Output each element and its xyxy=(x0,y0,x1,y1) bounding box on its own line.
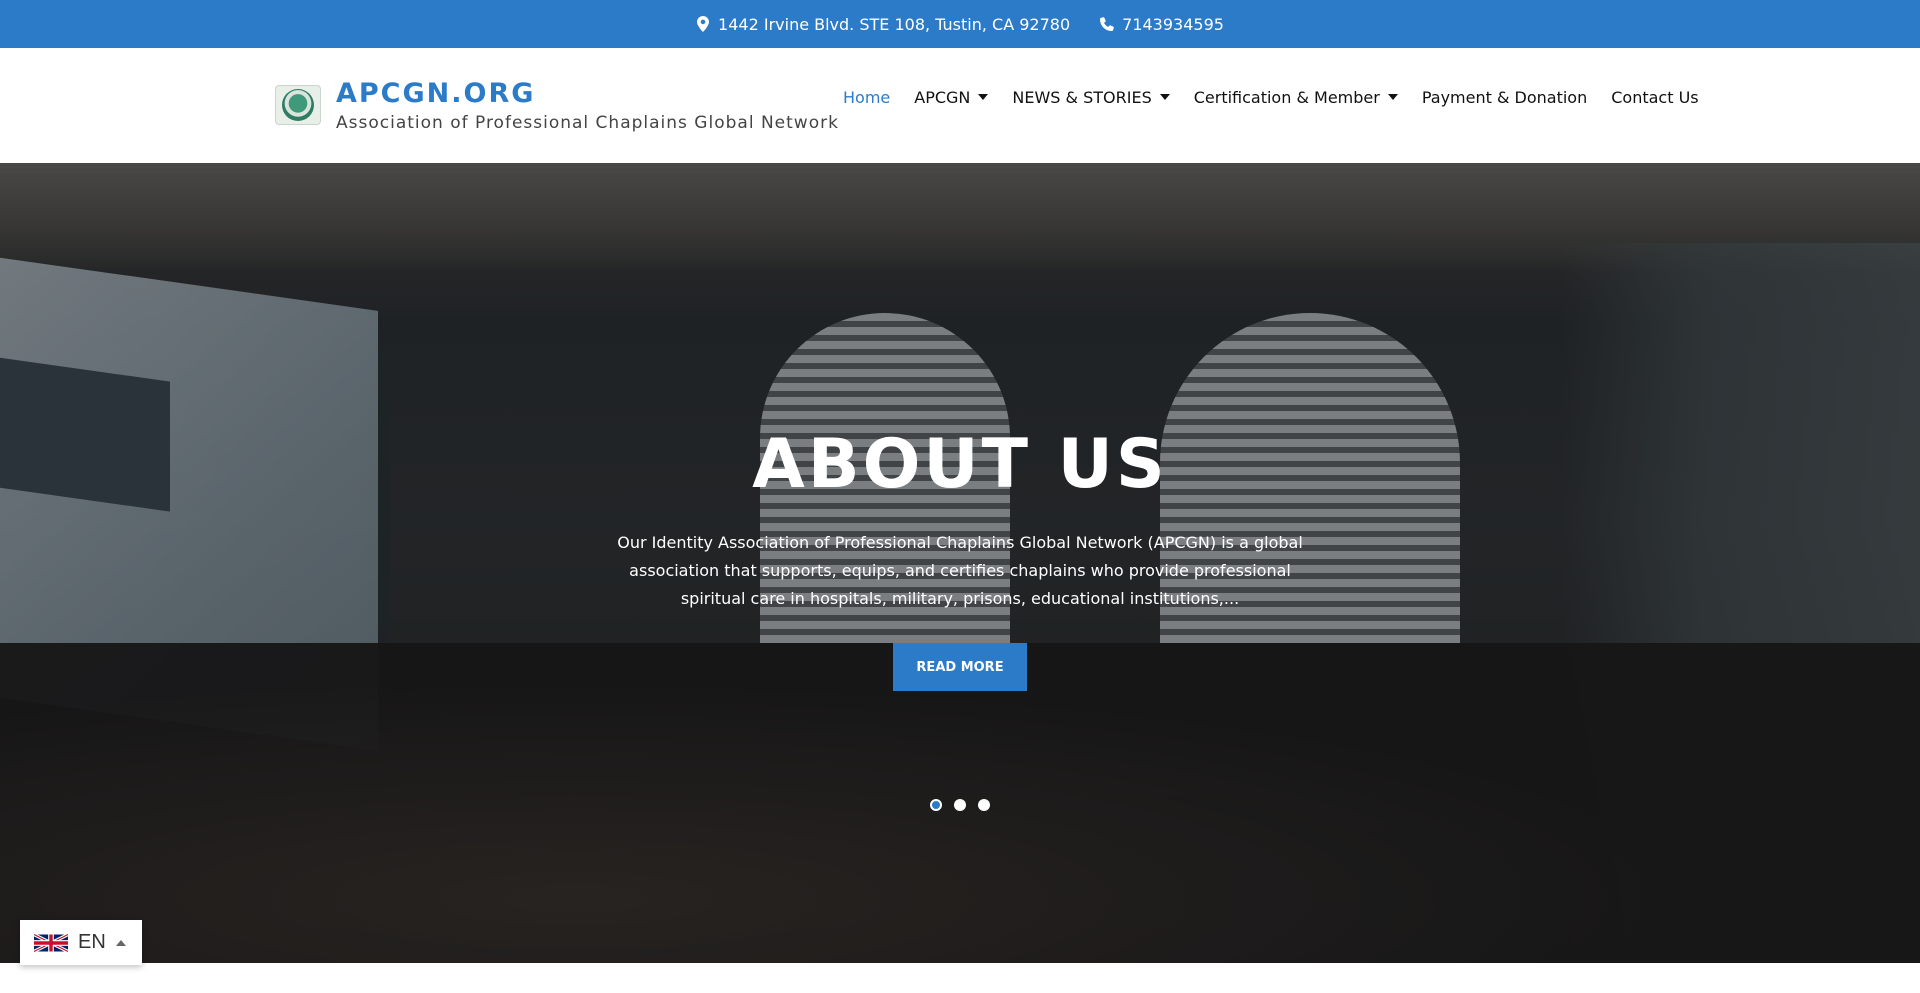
nav-label: Home xyxy=(843,87,891,107)
site-tagline: Association of Professional Chaplains Gl… xyxy=(336,113,839,133)
phone-item[interactable]: 7143934595 xyxy=(1100,15,1224,34)
nav-item-payment-donation[interactable]: Payment & Donation xyxy=(1422,88,1587,107)
logo-emblem-icon xyxy=(282,89,314,121)
map-marker-icon xyxy=(697,16,710,32)
slider-dots xyxy=(930,799,990,811)
nav-label: Payment & Donation xyxy=(1421,87,1588,107)
chevron-up-icon xyxy=(115,939,126,946)
nav-item-apcgn[interactable]: APCGN xyxy=(914,87,989,107)
phone-icon xyxy=(1100,17,1114,31)
caret-down-icon xyxy=(1159,94,1170,100)
nav-item-home[interactable]: Home xyxy=(843,88,890,107)
language-code: EN xyxy=(78,931,106,953)
hero-title: ABOUT US xyxy=(752,425,1168,504)
slider-dot-1[interactable] xyxy=(930,799,942,811)
language-switcher[interactable]: EN xyxy=(20,920,142,965)
nav-label: Contact Us xyxy=(1611,87,1699,107)
caret-down-icon xyxy=(978,94,989,100)
phone-text[interactable]: 7143934595 xyxy=(1122,15,1224,34)
address-text: 1442 Irvine Blvd. STE 108, Tustin, CA 92… xyxy=(718,14,1071,34)
hero-slider: ABOUT US Our Identity Association of Pro… xyxy=(0,163,1920,963)
nav-item-contact-us[interactable]: Contact Us xyxy=(1611,88,1698,107)
hero-text: Our Identity Association of Professional… xyxy=(617,533,1303,608)
slider-dot-3[interactable] xyxy=(978,799,990,811)
main-nav: Home APCGN NEWS & STORIES Certification … xyxy=(843,86,1699,108)
caret-down-icon xyxy=(1387,94,1398,100)
nav-label: APCGN xyxy=(914,87,971,107)
nav-item-certification-member[interactable]: Certification & Member xyxy=(1194,88,1398,107)
nav-label: NEWS & STORIES xyxy=(1012,87,1152,107)
logo[interactable] xyxy=(275,85,321,125)
top-bar: 1442 Irvine Blvd. STE 108, Tustin, CA 92… xyxy=(0,0,1920,48)
read-more-button[interactable]: READ MORE xyxy=(893,643,1027,691)
nav-item-news-stories[interactable]: NEWS & STORIES xyxy=(1012,87,1170,107)
slider-dot-2[interactable] xyxy=(954,799,966,811)
site-header: APCGN.ORG Association of Professional Ch… xyxy=(0,48,1920,163)
nav-label: Certification & Member xyxy=(1193,87,1380,107)
address-item: 1442 Irvine Blvd. STE 108, Tustin, CA 92… xyxy=(696,15,1070,34)
site-title[interactable]: APCGN.ORG xyxy=(336,78,535,109)
uk-flag-icon xyxy=(34,932,68,953)
